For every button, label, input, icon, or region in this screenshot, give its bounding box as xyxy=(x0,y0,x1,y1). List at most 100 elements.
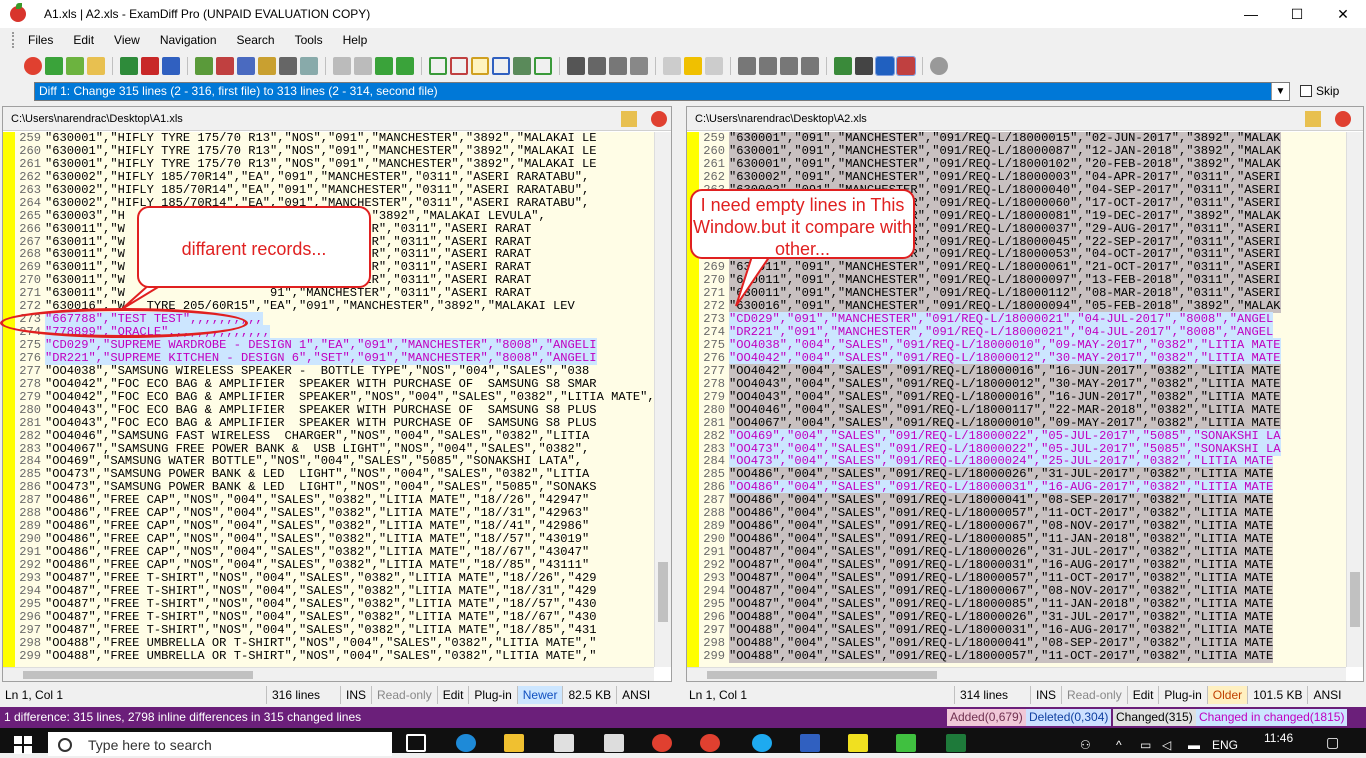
edit-icon[interactable] xyxy=(195,57,213,75)
menu-edit[interactable]: Edit xyxy=(63,33,104,47)
find-next-icon[interactable] xyxy=(759,57,777,75)
store-icon[interactable] xyxy=(554,734,574,752)
code-line[interactable]: 280 "OO4046","004","SALES","091/REQ-L/180… xyxy=(699,402,1347,417)
left-vertical-scrollbar[interactable] xyxy=(654,132,671,667)
edit-red-icon[interactable] xyxy=(216,57,234,75)
view-red-icon[interactable] xyxy=(450,57,468,75)
people-icon[interactable]: ⚇ xyxy=(1080,738,1091,752)
clock-time[interactable]: 11:46 xyxy=(1264,731,1293,745)
up-arrow-icon[interactable] xyxy=(663,57,681,75)
code-line[interactable]: 275 "OO4038","004","SALES","091/REQ-L/180… xyxy=(699,338,1347,352)
skype-icon[interactable] xyxy=(752,734,772,752)
edge-icon[interactable] xyxy=(456,734,476,752)
code-line[interactable]: 298 "OO488","004","SALES","091/REQ-L/1800… xyxy=(699,635,1347,650)
open-folder-icon[interactable] xyxy=(1305,111,1321,127)
skip-checkbox[interactable]: Skip xyxy=(1300,84,1339,98)
chevron-up-icon[interactable]: ^ xyxy=(1116,738,1122,752)
recompare-icon[interactable] xyxy=(66,57,84,75)
code-line[interactable]: 292 "OO487","004","SALES","091/REQ-L/1800… xyxy=(699,557,1347,572)
filter-green-icon[interactable] xyxy=(609,57,627,75)
remote-desktop-icon[interactable] xyxy=(800,734,820,752)
windows-start-icon[interactable] xyxy=(14,736,32,754)
code-line[interactable]: 278 "OO4043","004","SALES","091/REQ-L/180… xyxy=(699,376,1347,391)
list-icon[interactable] xyxy=(855,57,873,75)
code-line[interactable]: 261 "630001","091","MANCHESTER","091/REQ-… xyxy=(699,156,1347,171)
find-icon[interactable] xyxy=(738,57,756,75)
notification-icon[interactable]: ▢ xyxy=(1326,734,1339,751)
checkbox-icon[interactable] xyxy=(1300,85,1312,97)
save-all-icon[interactable] xyxy=(162,57,180,75)
taskbar-search[interactable]: Type here to search xyxy=(48,732,392,756)
code-line[interactable]: 259 "630001","091","MANCHESTER","091/REQ-… xyxy=(699,132,1347,145)
app-icon[interactable] xyxy=(1335,111,1351,127)
undo-icon[interactable] xyxy=(333,57,351,75)
left-horizontal-scrollbar[interactable] xyxy=(3,667,654,681)
view-green-icon[interactable] xyxy=(429,57,447,75)
prev-diff-icon[interactable] xyxy=(396,57,414,75)
filter-edit-icon[interactable] xyxy=(630,57,648,75)
filter-red-icon[interactable] xyxy=(588,57,606,75)
plugin-icon[interactable] xyxy=(875,56,895,76)
code-line[interactable]: 297 "OO488","004","SALES","091/REQ-L/1800… xyxy=(699,622,1347,637)
sync-icon[interactable] xyxy=(513,57,531,75)
next-diff-icon[interactable] xyxy=(375,57,393,75)
find-prev-icon[interactable] xyxy=(780,57,798,75)
code-line[interactable]: 260 "630001","091","MANCHESTER","091/REQ-… xyxy=(699,143,1347,158)
save-red-icon[interactable] xyxy=(141,57,159,75)
code-line[interactable]: 295 "OO487","004","SALES","091/REQ-L/1800… xyxy=(699,596,1347,611)
menu-tools[interactable]: Tools xyxy=(285,33,333,47)
code-line[interactable]: 299 "OO488","FREE UMBRELLA OR T-SHIRT","N… xyxy=(15,649,655,663)
print-preview-icon[interactable] xyxy=(300,57,318,75)
battery-icon[interactable]: ▬ xyxy=(1188,738,1200,752)
options-icon[interactable] xyxy=(834,57,852,75)
network-icon[interactable]: ▭ xyxy=(1140,738,1151,752)
app-icon[interactable] xyxy=(651,111,667,127)
excel-icon[interactable] xyxy=(946,734,966,752)
gear-icon[interactable] xyxy=(930,57,948,75)
compare-icon[interactable] xyxy=(24,57,42,75)
sticky-notes-icon[interactable] xyxy=(848,734,868,752)
open-folder-icon[interactable] xyxy=(87,57,105,75)
chrome-icon[interactable] xyxy=(652,734,672,752)
menu-search[interactable]: Search xyxy=(227,33,285,47)
volume-icon[interactable]: ◁ xyxy=(1162,738,1171,752)
right-horizontal-scrollbar[interactable] xyxy=(687,667,1346,681)
view-split-icon[interactable] xyxy=(471,57,489,75)
code-line[interactable]: 262 "630002","091","MANCHESTER","091/REQ-… xyxy=(699,169,1347,184)
app-green-icon[interactable] xyxy=(896,734,916,752)
minimize-button[interactable]: — xyxy=(1228,0,1274,28)
paste-icon[interactable] xyxy=(258,57,276,75)
code-line[interactable]: 296 "OO488","004","SALES","091/REQ-L/1800… xyxy=(699,609,1347,624)
print-icon[interactable] xyxy=(279,57,297,75)
code-line[interactable]: 281 "OO4067","004","SALES","091/REQ-L/180… xyxy=(699,415,1347,430)
replace-icon[interactable] xyxy=(801,57,819,75)
close-button[interactable]: ✕ xyxy=(1320,0,1366,28)
code-line[interactable]: 275 "CD029","SUPREME WARDROBE - DESIGN 1"… xyxy=(15,338,655,352)
refresh-icon[interactable] xyxy=(45,57,63,75)
open-folder-icon[interactable] xyxy=(621,111,637,127)
task-view-icon[interactable] xyxy=(406,734,426,752)
examdiff-taskbar-icon[interactable] xyxy=(700,734,720,752)
code-line[interactable]: 282 "OO469","004","SALES","091/REQ-L/1800… xyxy=(699,428,1347,443)
menu-navigation[interactable]: Navigation xyxy=(150,33,227,47)
copy-icon[interactable] xyxy=(237,57,255,75)
code-line[interactable]: 299 "OO488","004","SALES","091/REQ-L/1800… xyxy=(699,648,1347,663)
square-icon[interactable] xyxy=(684,57,702,75)
code-line[interactable]: 294 "OO487","004","SALES","091/REQ-L/1800… xyxy=(699,583,1347,598)
file-explorer-icon[interactable] xyxy=(504,734,524,752)
code-line[interactable]: 291 "OO487","004","SALES","091/REQ-L/1800… xyxy=(699,545,1347,559)
chevron-down-icon[interactable]: ▼ xyxy=(1271,83,1289,100)
menu-files[interactable]: Files xyxy=(18,33,63,47)
code-line[interactable]: 277 "OO4042","004","SALES","091/REQ-L/180… xyxy=(699,363,1347,378)
mail-icon[interactable] xyxy=(604,734,624,752)
maximize-button[interactable]: ☐ xyxy=(1274,0,1320,28)
code-line[interactable]: 276 "OO4042","004","SALES","091/REQ-L/180… xyxy=(699,350,1347,365)
code-line[interactable]: 293 "OO487","004","SALES","091/REQ-L/1800… xyxy=(699,570,1347,585)
down-arrow-icon[interactable] xyxy=(705,57,723,75)
redo-icon[interactable] xyxy=(354,57,372,75)
code-line[interactable]: 279 "OO4043","004","SALES","091/REQ-L/180… xyxy=(699,389,1347,404)
menu-view[interactable]: View xyxy=(104,33,150,47)
right-vertical-scrollbar[interactable] xyxy=(1346,132,1363,667)
menu-help[interactable]: Help xyxy=(333,33,378,47)
save-icon[interactable] xyxy=(120,57,138,75)
